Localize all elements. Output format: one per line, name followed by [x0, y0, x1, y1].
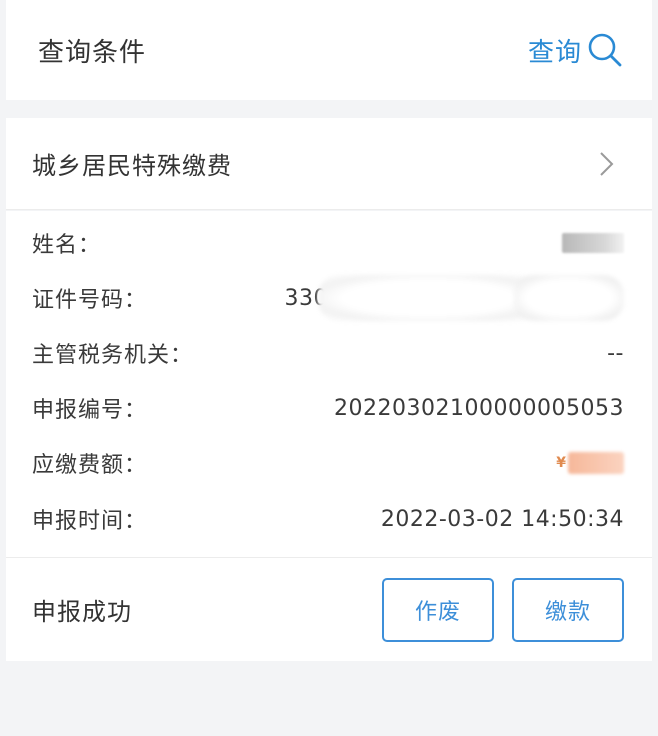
- search-icon: [588, 33, 622, 67]
- name-row: 姓名：: [32, 223, 624, 263]
- declaration-page: 查询条件 查询 城乡居民特殊缴费 姓名： 证件号码： 330 主管税务机关： -…: [0, 0, 658, 736]
- declaration-no-label: 申报编号：: [32, 398, 148, 423]
- declaration-time-row: 申报时间： 2022-03-02 14:50:34: [32, 499, 624, 539]
- header-title: 查询条件: [38, 37, 147, 68]
- amount-label: 应缴费额：: [32, 453, 148, 478]
- declaration-no-value: 20220302100000005053: [334, 395, 624, 421]
- query-button-label: 查询: [527, 37, 582, 68]
- query-button[interactable]: 查询: [528, 31, 624, 69]
- void-button[interactable]: 作废: [382, 577, 494, 642]
- declaration-no-row: 申报编号： 20220302100000005053: [32, 388, 624, 428]
- declaration-time-value: 2022-03-02 14:50:34: [380, 506, 624, 532]
- pay-button[interactable]: 缴款: [512, 577, 624, 642]
- chevron-right-icon: [600, 151, 614, 176]
- id-label: 证件号码：: [32, 288, 148, 313]
- name-label: 姓名：: [32, 233, 102, 258]
- tax-office-row: 主管税务机关： --: [32, 333, 624, 373]
- status-text: 申报成功: [32, 598, 132, 626]
- tax-office-value: --: [607, 340, 624, 366]
- declaration-info: 姓名： 证件号码： 330 主管税务机关： -- 申报编号： 202203021…: [6, 211, 652, 557]
- declaration-time-label: 申报时间：: [32, 509, 148, 534]
- id-row: 证件号码： 330: [32, 275, 624, 321]
- amount-value: ¥: [556, 452, 624, 474]
- amount-value-redacted: [568, 452, 624, 474]
- id-value-redacted-2: [514, 275, 624, 321]
- category-selector[interactable]: 城乡居民特殊缴费: [6, 118, 652, 210]
- category-label: 城乡居民特殊缴费: [32, 152, 232, 180]
- id-value-redacted: [318, 275, 538, 321]
- query-header: 查询条件 查询: [6, 0, 652, 100]
- amount-row: 应缴费额： ¥: [32, 443, 624, 483]
- action-bar: 申报成功 作废 缴款: [6, 557, 652, 661]
- tax-office-label: 主管税务机关：: [32, 343, 194, 368]
- currency-mark: ¥: [556, 455, 566, 471]
- action-buttons: 作废 缴款: [382, 577, 624, 642]
- name-value-redacted: [562, 233, 624, 253]
- id-value: 330: [285, 275, 624, 321]
